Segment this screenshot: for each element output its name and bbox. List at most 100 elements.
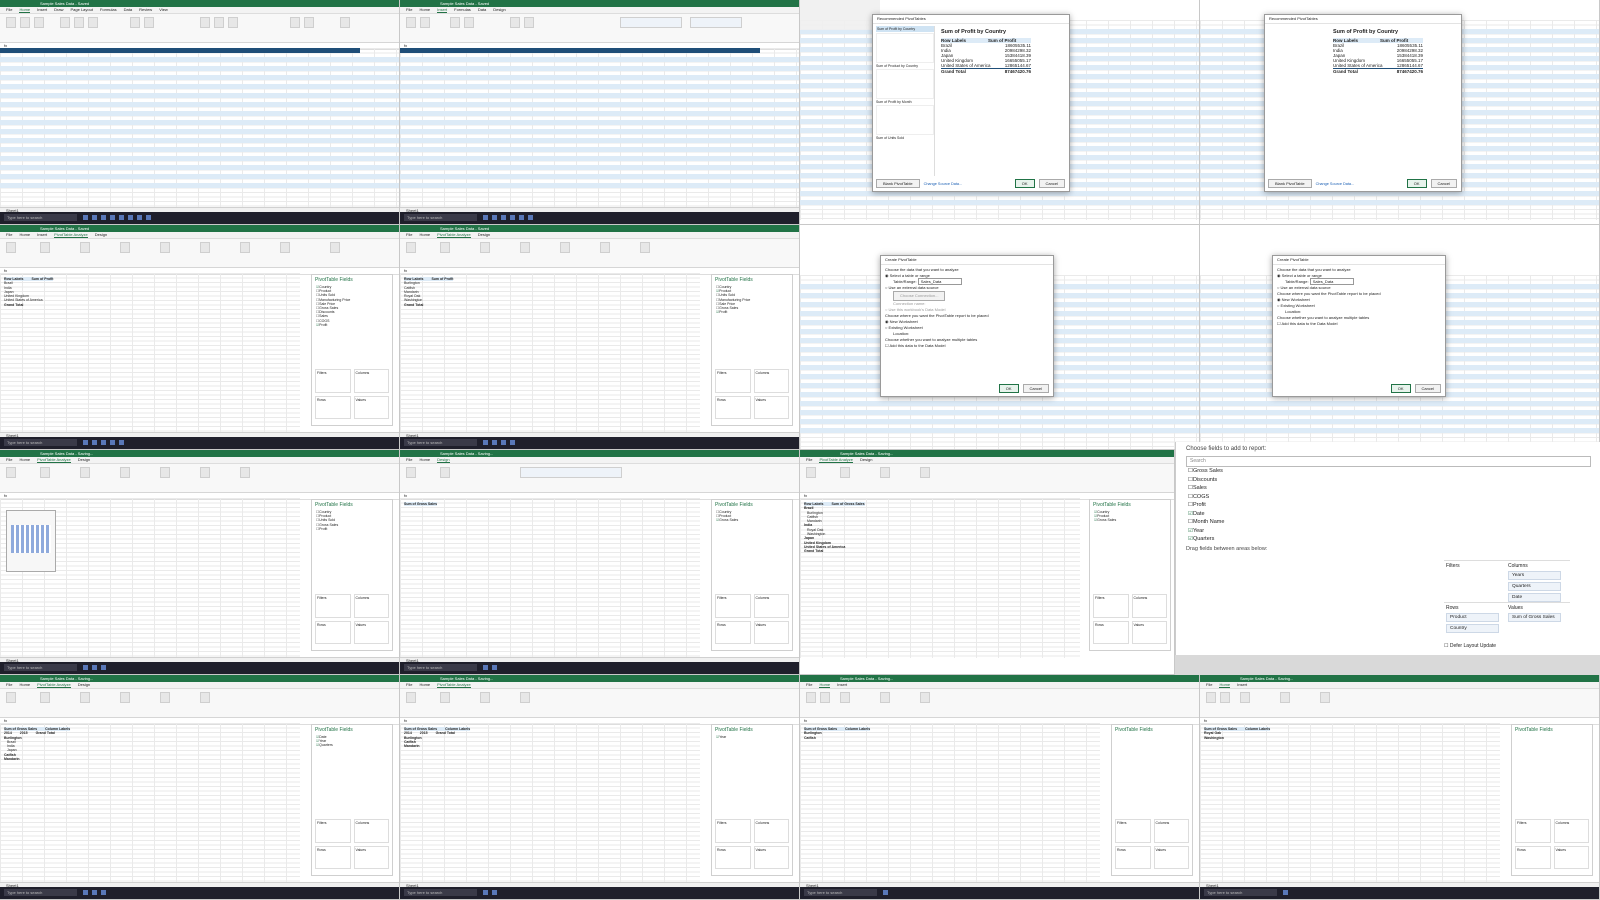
taskbar-search[interactable]: Type here to search: [404, 664, 477, 671]
columns-area[interactable]: Columns: [1153, 819, 1189, 843]
pivot-group[interactable]: Catfish: [804, 736, 816, 740]
tab-review[interactable]: Review: [139, 7, 152, 13]
field-discounts[interactable]: Discounts: [1176, 476, 1600, 485]
field-cogs[interactable]: COGS: [1176, 493, 1600, 502]
columns-item-years[interactable]: Years: [1508, 571, 1561, 580]
field-quarters[interactable]: Quarters: [1176, 535, 1600, 544]
field-gross-sales[interactable]: Gross Sales: [1176, 467, 1600, 476]
pivot-group[interactable]: Mandarin: [4, 757, 20, 761]
field-sales[interactable]: Sales: [1176, 484, 1600, 493]
tab-home[interactable]: Home: [19, 682, 30, 688]
ok-button[interactable]: OK: [998, 384, 1019, 393]
columns-item-quarters[interactable]: Quarters: [1508, 582, 1561, 591]
field-month-name[interactable]: Month Name: [1176, 518, 1600, 527]
tab-insert[interactable]: Insert: [1237, 682, 1247, 688]
tab-home[interactable]: Home: [19, 457, 30, 463]
tab-data[interactable]: Data: [124, 7, 132, 13]
tab-home[interactable]: Home: [419, 232, 430, 238]
tab-design[interactable]: Design: [78, 457, 90, 463]
tab-file[interactable]: File: [806, 457, 812, 463]
pivot-group[interactable]: Mandarin: [404, 744, 420, 748]
ok-button[interactable]: OK: [1406, 179, 1427, 188]
filters-area[interactable]: Filters: [1444, 560, 1508, 597]
rows-item-country[interactable]: Country: [1446, 624, 1499, 633]
filters-area[interactable]: Filters: [1093, 594, 1129, 618]
tab-home[interactable]: Home: [419, 7, 430, 13]
recommendation-list[interactable]: Sum of Profit by Country Sum of Product …: [876, 26, 935, 176]
tab-file[interactable]: File: [1206, 682, 1212, 688]
values-area[interactable]: Values: [353, 395, 389, 419]
blank-pivottable-button[interactable]: Blank PivotTable: [876, 179, 920, 188]
taskbar-search[interactable]: Type here to search: [1204, 889, 1277, 896]
columns-area[interactable]: Columns: [1131, 594, 1167, 618]
rows-area[interactable]: Rows: [715, 395, 751, 419]
blank-pivottable-button[interactable]: Blank PivotTable: [1268, 179, 1312, 188]
filters-area[interactable]: Filters: [715, 369, 751, 393]
columns-area[interactable]: Columns: [753, 594, 789, 618]
tab-pivottable-analyze[interactable]: PivotTable Analyze: [437, 232, 471, 238]
worksheet-grid[interactable]: [400, 498, 700, 658]
field-year[interactable]: Year: [712, 735, 792, 739]
tab-pivottable-analyze[interactable]: PivotTable Analyze: [819, 457, 854, 463]
columns-area[interactable]: Columns: [353, 594, 389, 618]
change-source-link[interactable]: Change Source Data...: [1316, 182, 1355, 186]
rows-item-product[interactable]: Product: [1446, 613, 1499, 622]
pivot-group[interactable]: Washington: [1204, 736, 1224, 740]
rows-area[interactable]: Rows: [315, 845, 351, 869]
tab-home[interactable]: Home: [419, 682, 430, 688]
tab-file[interactable]: File: [406, 7, 412, 13]
columns-area[interactable]: Columns: [753, 369, 789, 393]
tab-draw[interactable]: Draw: [54, 7, 63, 13]
values-area[interactable]: Values: [753, 395, 789, 419]
tab-formulas[interactable]: Formulas: [100, 7, 117, 13]
change-source-link[interactable]: Change Source Data...: [924, 182, 963, 186]
tab-file[interactable]: File: [6, 682, 12, 688]
tab-pivottable-analyze[interactable]: PivotTable Analyze: [37, 682, 71, 688]
tab-home[interactable]: Home: [1219, 682, 1231, 688]
filters-area[interactable]: Filters: [315, 369, 351, 393]
fields-search-input[interactable]: Search: [1186, 456, 1591, 467]
tab-data[interactable]: Data: [478, 7, 486, 13]
columns-area[interactable]: Columns Years Quarters Date: [1506, 560, 1570, 603]
worksheet-grid[interactable]: [800, 723, 1100, 883]
tab-home[interactable]: Home: [19, 232, 30, 238]
tab-insert[interactable]: Insert: [37, 232, 47, 238]
cancel-button[interactable]: Cancel: [1414, 384, 1441, 393]
filters-area[interactable]: Filters: [1515, 819, 1551, 843]
rows-area[interactable]: Rows: [315, 395, 351, 419]
checkbox-add-to-model[interactable]: ☐ Add this data to the Data Model: [1277, 321, 1441, 327]
values-item-sum-gross-sales[interactable]: Sum of Gross Sales: [1508, 613, 1561, 622]
taskbar-search[interactable]: Type here to search: [404, 214, 477, 221]
defer-layout-checkbox[interactable]: ☐ Defer Layout Update: [1444, 643, 1496, 649]
field-date[interactable]: Date: [1176, 510, 1600, 519]
thumb-profit-by-month[interactable]: Sum of Profit by Month: [876, 100, 934, 104]
rows-area[interactable]: Rows Product Country: [1444, 602, 1508, 637]
thumb-profit-by-country[interactable]: Sum of Profit by Country: [876, 26, 934, 32]
tab-design[interactable]: Design: [493, 7, 505, 13]
table-range-input[interactable]: Sales_Data: [917, 278, 963, 285]
tab-view[interactable]: View: [159, 7, 168, 13]
taskbar-search[interactable]: Type here to search: [4, 439, 77, 446]
columns-item-date[interactable]: Date: [1508, 593, 1561, 602]
values-area[interactable]: Values Sum of Gross Sales: [1506, 602, 1570, 637]
values-area[interactable]: Values: [1553, 845, 1589, 869]
rows-area[interactable]: Rows: [1115, 845, 1151, 869]
field-profit[interactable]: Profit: [712, 310, 792, 314]
values-area[interactable]: Values: [1131, 620, 1167, 644]
cancel-button[interactable]: Cancel: [1022, 384, 1049, 393]
taskbar-search[interactable]: Type here to search: [4, 214, 77, 221]
field-quarters[interactable]: Quarters: [312, 743, 392, 747]
tab-home[interactable]: Home: [819, 682, 831, 688]
values-area[interactable]: Values: [1153, 845, 1189, 869]
values-area[interactable]: Values: [753, 620, 789, 644]
taskbar-search[interactable]: Type here to search: [804, 889, 877, 896]
filters-area[interactable]: Filters: [1115, 819, 1151, 843]
filters-area[interactable]: Filters: [315, 594, 351, 618]
rows-area[interactable]: Rows: [315, 620, 351, 644]
tab-file[interactable]: File: [806, 682, 812, 688]
ok-button[interactable]: OK: [1390, 384, 1411, 393]
choose-connection-button[interactable]: Choose Connection...: [893, 291, 946, 301]
filters-area[interactable]: Filters: [715, 819, 751, 843]
field-profit[interactable]: Profit: [312, 323, 392, 327]
tab-pivottable-analyze[interactable]: PivotTable Analyze: [37, 457, 71, 463]
